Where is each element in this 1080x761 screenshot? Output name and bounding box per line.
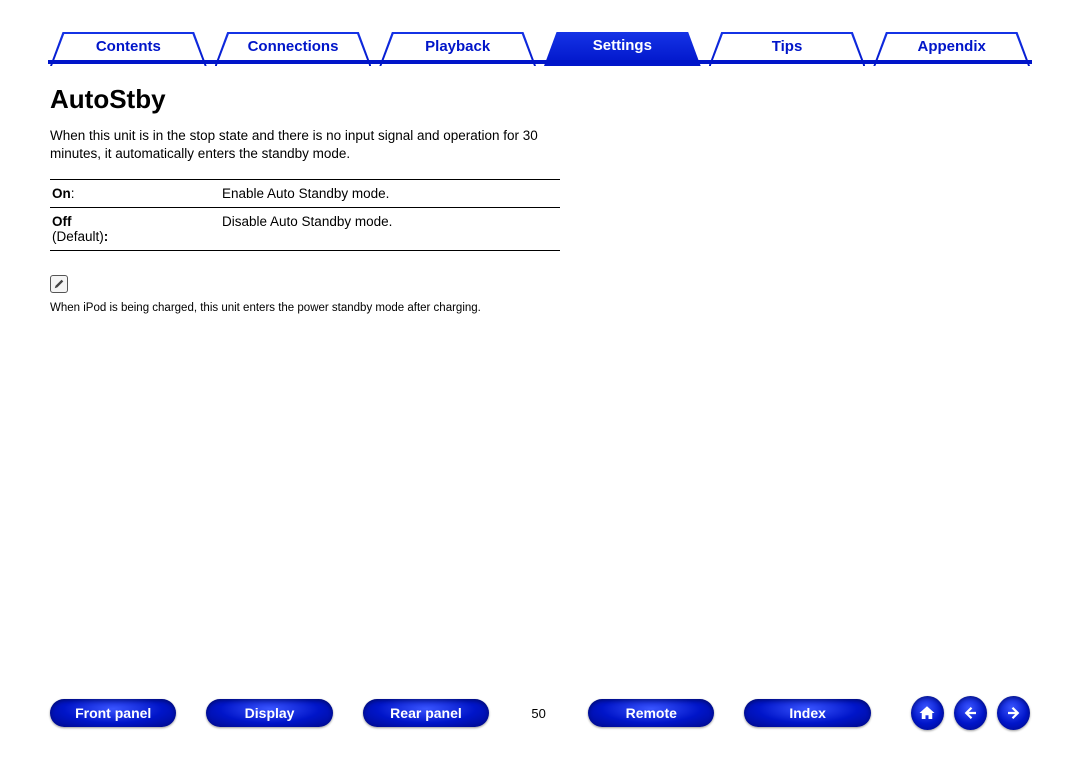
table-row: On: Enable Auto Standby mode. (50, 180, 560, 208)
rear-panel-button[interactable]: Rear panel (363, 699, 489, 727)
arrow-right-icon[interactable] (997, 696, 1030, 730)
pencil-icon (50, 275, 68, 293)
option-name: On (52, 186, 71, 201)
home-icon[interactable] (911, 696, 944, 730)
tab-baseline (48, 60, 1032, 64)
front-panel-button[interactable]: Front panel (50, 699, 176, 727)
display-button[interactable]: Display (206, 699, 332, 727)
content-area: AutoStby When this unit is in the stop s… (50, 84, 560, 314)
option-value: Disable Auto Standby mode. (220, 208, 560, 251)
option-name: Off (52, 214, 72, 229)
option-default-label: (Default): (52, 229, 108, 244)
index-button[interactable]: Index (744, 699, 870, 727)
note-text: When iPod is being charged, this unit en… (50, 302, 560, 314)
options-table: On: Enable Auto Standby mode. Off (Defau… (50, 179, 560, 251)
table-row: Off (Default): Disable Auto Standby mode… (50, 208, 560, 251)
option-suffix: : (71, 186, 75, 201)
bottom-bar: Front panel Display Rear panel 50 Remote… (50, 697, 1030, 729)
page-description: When this unit is in the stop state and … (50, 127, 560, 163)
remote-button[interactable]: Remote (588, 699, 714, 727)
arrow-left-icon[interactable] (954, 696, 987, 730)
tab-label: Settings (593, 37, 652, 54)
option-key: On: (50, 180, 220, 208)
option-value: Enable Auto Standby mode. (220, 180, 560, 208)
page-number: 50 (519, 706, 558, 721)
page-title: AutoStby (50, 84, 560, 115)
option-key: Off (Default): (50, 208, 220, 251)
